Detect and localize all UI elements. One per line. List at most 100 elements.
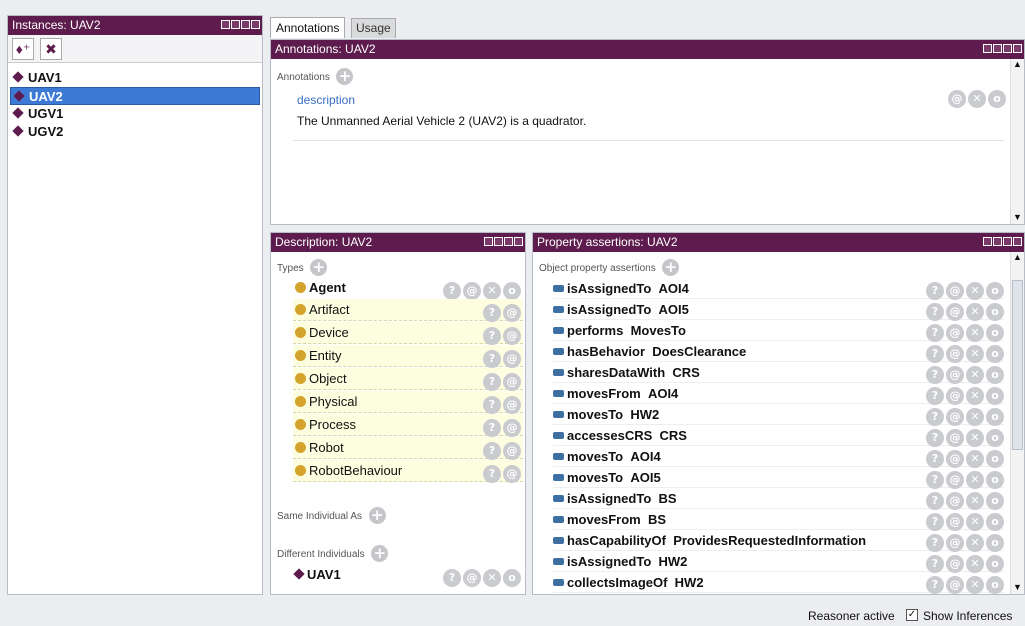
explain-icon[interactable]: ?	[483, 304, 501, 322]
type-row-inferred[interactable]: Entity ? @	[293, 345, 523, 368]
annotate-icon[interactable]: @	[503, 396, 521, 414]
annotate-icon[interactable]: @	[946, 492, 964, 510]
delete-icon[interactable]: ✕	[966, 429, 984, 447]
explain-icon[interactable]: ?	[926, 513, 944, 531]
annotate-icon[interactable]: @	[503, 304, 521, 322]
edit-icon[interactable]: o	[986, 534, 1004, 552]
tab-usage[interactable]: Usage	[351, 18, 396, 38]
explain-icon[interactable]: ?	[926, 303, 944, 321]
add-type-button[interactable]: +	[310, 259, 328, 277]
assertion-row[interactable]: movesTo AOI4? @ ✕ o	[553, 446, 1004, 468]
property-scrollbar[interactable]: ▲ ▼	[1010, 252, 1024, 594]
type-row-inferred[interactable]: Device ? @	[293, 322, 523, 345]
explain-icon[interactable]: ?	[483, 350, 501, 368]
edit-icon[interactable]: o	[986, 366, 1004, 384]
type-row-inferred[interactable]: RobotBehaviour ? @	[293, 460, 523, 483]
window-controls[interactable]	[221, 20, 260, 29]
explain-icon[interactable]: ?	[926, 387, 944, 405]
type-row-inferred[interactable]: Object ? @	[293, 368, 523, 391]
explain-icon[interactable]: ?	[483, 327, 501, 345]
window-controls[interactable]	[484, 237, 523, 246]
assertion-row[interactable]: movesFrom AOI4? @ ✕ o	[553, 383, 1004, 405]
edit-icon[interactable]: o	[988, 90, 1006, 108]
edit-icon[interactable]: o	[986, 513, 1004, 531]
scroll-down-icon[interactable]: ▼	[1011, 582, 1024, 592]
annotate-icon[interactable]: @	[946, 534, 964, 552]
delete-icon[interactable]: ✕	[966, 387, 984, 405]
assertion-row[interactable]: movesTo HW2? @ ✕ o	[553, 404, 1004, 426]
add-same-individual-button[interactable]: +	[368, 507, 386, 525]
delete-icon[interactable]: ✕	[966, 408, 984, 426]
annotate-icon[interactable]: @	[503, 465, 521, 483]
annotate-icon[interactable]: @	[946, 387, 964, 405]
delete-icon[interactable]: ✕	[483, 282, 501, 300]
explain-icon[interactable]: ?	[926, 345, 944, 363]
delete-individual-button[interactable]: ✖	[40, 38, 62, 60]
assertion-row[interactable]: sharesDataWith CRS? @ ✕ o	[553, 362, 1004, 384]
list-item[interactable]: UGV2	[10, 123, 260, 141]
assertion-row[interactable]: movesTo AOI5? @ ✕ o	[553, 467, 1004, 489]
annotate-icon[interactable]: @	[946, 576, 964, 594]
explain-icon[interactable]: ?	[926, 366, 944, 384]
edit-icon[interactable]: o	[986, 387, 1004, 405]
edit-icon[interactable]: o	[503, 282, 521, 300]
annotate-icon[interactable]: @	[503, 442, 521, 460]
edit-icon[interactable]: o	[986, 555, 1004, 573]
delete-icon[interactable]: ✕	[966, 534, 984, 552]
edit-icon[interactable]: o	[986, 450, 1004, 468]
add-object-property-button[interactable]: +	[662, 259, 680, 277]
assertion-row[interactable]: isAssignedTo AOI4? @ ✕ o	[553, 278, 1004, 300]
explain-icon[interactable]: ?	[483, 373, 501, 391]
explain-icon[interactable]: ?	[483, 396, 501, 414]
annotate-icon[interactable]: @	[946, 513, 964, 531]
delete-icon[interactable]: ✕	[966, 576, 984, 594]
assertion-row[interactable]: hasCapabilityOf ProvidesRequestedInforma…	[553, 530, 1004, 552]
type-row-inferred[interactable]: Artifact ? @	[293, 299, 523, 322]
delete-icon[interactable]: ✕	[966, 492, 984, 510]
delete-icon[interactable]: ✕	[966, 324, 984, 342]
annotate-icon[interactable]: @	[946, 324, 964, 342]
delete-icon[interactable]: ✕	[966, 513, 984, 531]
add-annotation-button[interactable]: +	[336, 68, 354, 86]
assertion-row[interactable]: accessesCRS CRS? @ ✕ o	[553, 425, 1004, 447]
type-row-inferred[interactable]: Robot ? @	[293, 437, 523, 460]
annotate-icon[interactable]: @	[463, 282, 481, 300]
explain-icon[interactable]: ?	[483, 419, 501, 437]
delete-icon[interactable]: ✕	[966, 555, 984, 573]
list-item[interactable]: UAV2	[10, 87, 260, 105]
explain-icon[interactable]: ?	[443, 569, 461, 587]
annotate-icon[interactable]: @	[946, 471, 964, 489]
edit-icon[interactable]: o	[503, 569, 521, 587]
explain-icon[interactable]: ?	[483, 442, 501, 460]
annotations-scrollbar[interactable]: ▲ ▼	[1010, 59, 1024, 224]
edit-icon[interactable]: o	[986, 345, 1004, 363]
explain-icon[interactable]: ?	[926, 408, 944, 426]
explain-icon[interactable]: ?	[926, 534, 944, 552]
explain-icon[interactable]: ?	[926, 555, 944, 573]
annotate-icon[interactable]: @	[503, 373, 521, 391]
type-row[interactable]: Agent ? @ ✕ o	[293, 277, 523, 300]
explain-icon[interactable]: ?	[926, 282, 944, 300]
assertion-row[interactable]: performs MovesTo? @ ✕ o	[553, 320, 1004, 342]
tab-annotations[interactable]: Annotations	[270, 17, 346, 38]
delete-icon[interactable]: ✕	[968, 90, 986, 108]
add-different-individual-button[interactable]: +	[371, 545, 389, 563]
explain-icon[interactable]: ?	[926, 576, 944, 594]
scroll-thumb[interactable]	[1012, 280, 1023, 450]
annotate-icon[interactable]: @	[503, 327, 521, 345]
add-individual-button[interactable]: ♦⁺	[12, 38, 34, 60]
annotate-icon[interactable]: @	[946, 429, 964, 447]
assertion-row[interactable]: isAssignedTo HW2? @ ✕ o	[553, 551, 1004, 573]
explain-icon[interactable]: ?	[926, 429, 944, 447]
explain-icon[interactable]: ?	[926, 492, 944, 510]
annotate-icon[interactable]: @	[503, 419, 521, 437]
annotate-icon[interactable]: @	[946, 450, 964, 468]
explain-icon[interactable]: ?	[926, 471, 944, 489]
delete-icon[interactable]: ✕	[483, 569, 501, 587]
annotate-icon[interactable]: @	[946, 555, 964, 573]
show-inferences-checkbox[interactable]: ✓	[906, 609, 918, 621]
assertion-row[interactable]: hasBehavior DoesClearance? @ ✕ o	[553, 341, 1004, 363]
list-item[interactable]: UGV1	[10, 105, 260, 123]
edit-icon[interactable]: o	[986, 303, 1004, 321]
delete-icon[interactable]: ✕	[966, 366, 984, 384]
